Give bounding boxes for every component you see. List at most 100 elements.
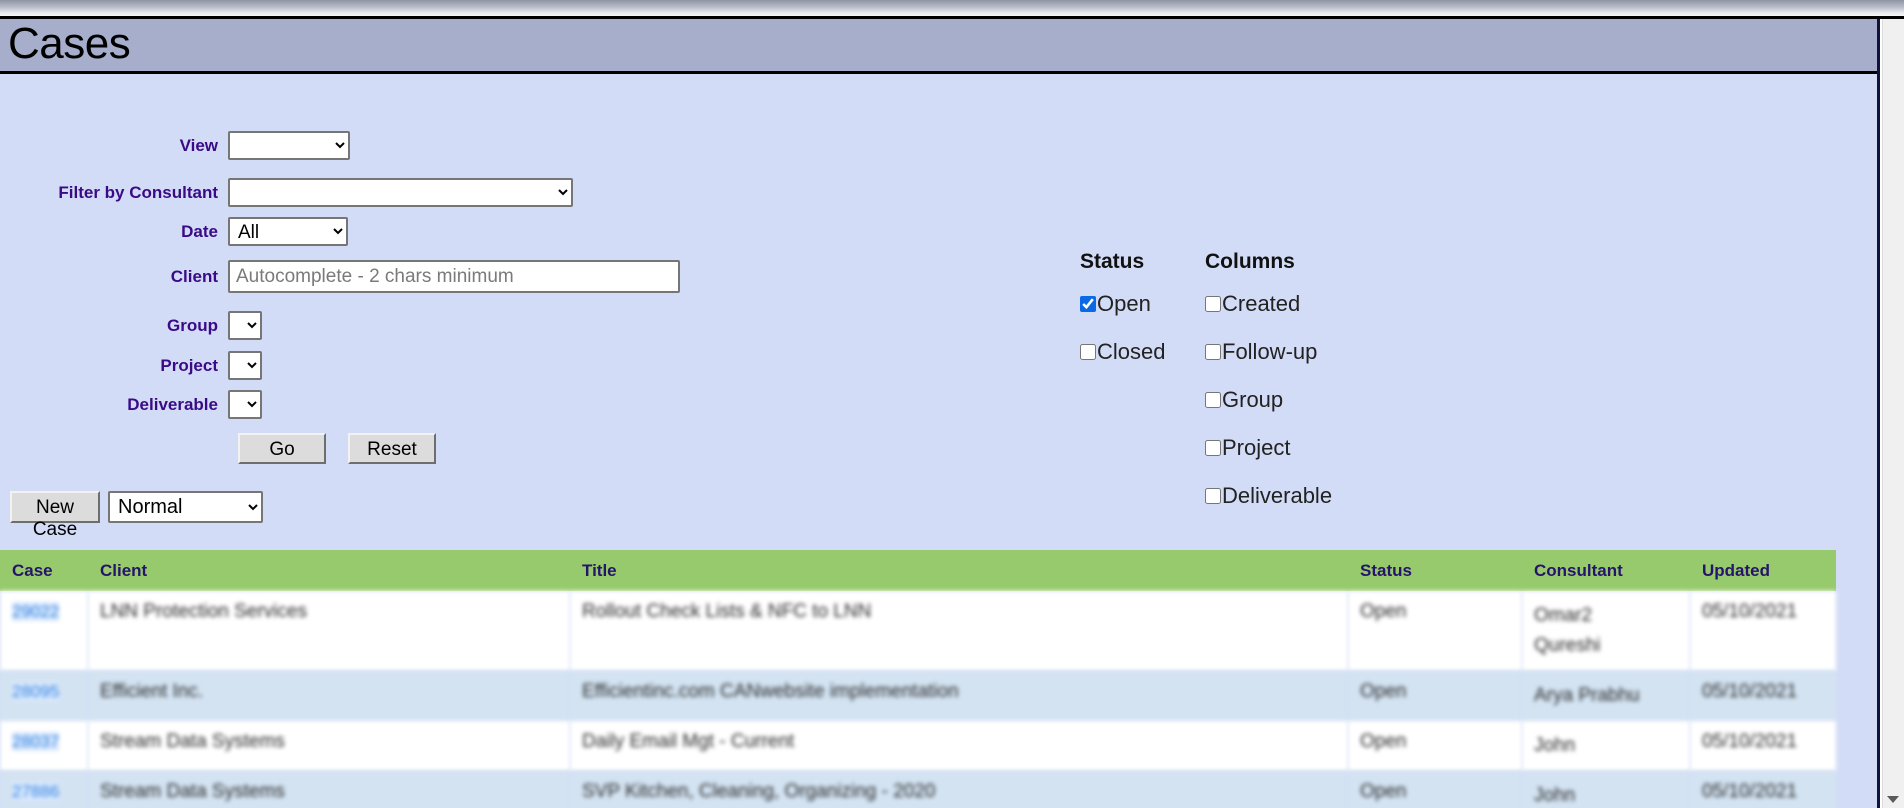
- cell-title: Efficientinc.com CANwebsite implementati…: [570, 671, 1348, 721]
- cell-status: Open: [1348, 671, 1522, 721]
- title-bar: Cases: [0, 19, 1877, 74]
- cases-table-header: Case Client Title Status Consultant Upda…: [0, 550, 1836, 591]
- table-header-row: Case Client Title Status Consultant Upda…: [0, 550, 1836, 591]
- cell-consultant: John: [1522, 771, 1690, 808]
- consultant-name: John: [1534, 735, 1576, 756]
- status-heading: Status: [1080, 250, 1145, 273]
- cell-status: Open: [1348, 771, 1522, 808]
- status-open-checkbox[interactable]: [1080, 296, 1096, 312]
- cases-table: Case Client Title Status Consultant Upda…: [0, 550, 1836, 808]
- cell-case: 28037: [0, 721, 88, 771]
- view-row: View: [0, 131, 350, 160]
- cell-case: 29022: [0, 591, 88, 671]
- column-header-case[interactable]: Case: [0, 550, 88, 591]
- column-header-title[interactable]: Title: [570, 550, 1348, 591]
- consultant-row: Filter by Consultant: [0, 178, 573, 207]
- deliverable-select[interactable]: [228, 390, 262, 419]
- column-header-consultant[interactable]: Consultant: [1522, 550, 1690, 591]
- client-input[interactable]: [228, 260, 680, 293]
- deliverable-label: Deliverable: [127, 394, 218, 414]
- consultant-name: Qureshi: [1534, 635, 1601, 656]
- cases-table-container: Case Client Title Status Consultant Upda…: [0, 550, 1836, 808]
- columns-checkbox-followup[interactable]: Follow-up: [1205, 328, 1332, 376]
- cell-case: 27886: [0, 771, 88, 808]
- status-checkbox-closed[interactable]: Closed: [1080, 328, 1165, 376]
- table-row[interactable]: 27886 Stream Data Systems SVP Kitchen, Cle…: [0, 771, 1836, 808]
- table-row[interactable]: 28095 Efficient Inc. Efficientinc.com CANw…: [0, 671, 1836, 721]
- vertical-scrollbar[interactable]: [1882, 19, 1904, 808]
- cell-client: Stream Data Systems: [88, 721, 570, 771]
- cell-updated: 05/10/2021: [1690, 771, 1836, 808]
- columns-followup-label: Follow-up: [1222, 339, 1318, 364]
- cell-title: SVP Kitchen, Cleaning, Organizing - 2020: [570, 771, 1348, 808]
- columns-checkbox-project[interactable]: Project: [1205, 424, 1332, 472]
- view-select[interactable]: [228, 131, 350, 160]
- column-header-client[interactable]: Client: [88, 550, 570, 591]
- columns-heading: Columns: [1205, 250, 1295, 273]
- group-row: Group: [0, 311, 262, 340]
- filter-form: View Filter by Consultant Date All Clien…: [0, 74, 1877, 540]
- cell-updated: 05/10/2021: [1690, 671, 1836, 721]
- cell-updated: 05/10/2021: [1690, 591, 1836, 671]
- columns-group-checkbox[interactable]: [1205, 392, 1221, 408]
- columns-checkbox-deliverable[interactable]: Deliverable: [1205, 472, 1332, 520]
- client-row: Client: [0, 260, 680, 293]
- date-select[interactable]: All: [228, 217, 348, 246]
- cell-case: 28095: [0, 671, 88, 721]
- cell-client: Stream Data Systems: [88, 771, 570, 808]
- page-title: Cases: [8, 19, 131, 68]
- status-checkbox-open[interactable]: Open: [1080, 280, 1165, 328]
- columns-followup-checkbox[interactable]: [1205, 344, 1221, 360]
- consultant-select[interactable]: [228, 178, 573, 207]
- consultant-label: Filter by Consultant: [58, 182, 218, 202]
- status-open-label: Open: [1097, 291, 1151, 316]
- status-closed-label: Closed: [1097, 339, 1166, 364]
- browser-chrome-strip: [0, 0, 1904, 16]
- date-label: Date: [181, 221, 218, 241]
- columns-created-label: Created: [1222, 291, 1301, 316]
- columns-group-label: Group: [1222, 387, 1284, 412]
- columns-checkbox-created[interactable]: Created: [1205, 280, 1332, 328]
- go-button[interactable]: Go: [238, 433, 326, 464]
- project-label: Project: [160, 355, 218, 375]
- cell-title: Daily Email Mgt - Current: [570, 721, 1348, 771]
- group-label: Group: [167, 315, 218, 335]
- case-mode-select[interactable]: Normal: [108, 491, 263, 523]
- case-link[interactable]: 29022: [12, 602, 60, 621]
- cell-client: Efficient Inc.: [88, 671, 570, 721]
- project-row: Project: [0, 351, 262, 380]
- case-link[interactable]: 27886: [12, 782, 60, 801]
- case-link[interactable]: 28095: [12, 682, 60, 701]
- group-select[interactable]: [228, 311, 262, 340]
- status-filter-panel: Status Open Closed: [1080, 250, 1165, 376]
- table-row[interactable]: 29022 LNN Protection Services Rollout Chec…: [0, 591, 1836, 671]
- new-case-button[interactable]: New Case: [10, 491, 100, 540]
- consultant-name: Omar2: [1534, 605, 1593, 626]
- column-header-updated[interactable]: Updated: [1690, 550, 1836, 591]
- date-row: Date All: [0, 217, 348, 246]
- case-link[interactable]: 28037: [12, 732, 60, 751]
- columns-created-checkbox[interactable]: [1205, 296, 1221, 312]
- columns-filter-panel: Columns Created Follow-up Group Project …: [1205, 250, 1332, 520]
- cell-updated: 05/10/2021: [1690, 721, 1836, 771]
- client-label: Client: [170, 266, 218, 286]
- columns-project-checkbox[interactable]: [1205, 440, 1221, 456]
- reset-button[interactable]: Reset: [348, 433, 436, 464]
- cell-consultant: Arya Prabhu: [1522, 671, 1690, 721]
- page-frame: Cases View Filter by Consultant Date All…: [0, 19, 1880, 808]
- status-closed-checkbox[interactable]: [1080, 344, 1096, 360]
- column-header-status[interactable]: Status: [1348, 550, 1522, 591]
- action-bar: New Case Normal: [10, 491, 263, 540]
- cases-table-body: 29022 LNN Protection Services Rollout Chec…: [0, 591, 1836, 808]
- cell-title: Rollout Check Lists & NFC to LNN: [570, 591, 1348, 671]
- columns-checkbox-group[interactable]: Group: [1205, 376, 1332, 424]
- cell-status: Open: [1348, 721, 1522, 771]
- chevron-down-icon[interactable]: [1887, 796, 1899, 803]
- project-select[interactable]: [228, 351, 262, 380]
- cell-client: LNN Protection Services: [88, 591, 570, 671]
- table-row[interactable]: 28037 Stream Data Systems Daily Email Mgt …: [0, 721, 1836, 771]
- columns-project-label: Project: [1222, 435, 1291, 460]
- cell-consultant: Omar2 Qureshi: [1522, 591, 1690, 671]
- cell-consultant: John: [1522, 721, 1690, 771]
- columns-deliverable-checkbox[interactable]: [1205, 488, 1221, 504]
